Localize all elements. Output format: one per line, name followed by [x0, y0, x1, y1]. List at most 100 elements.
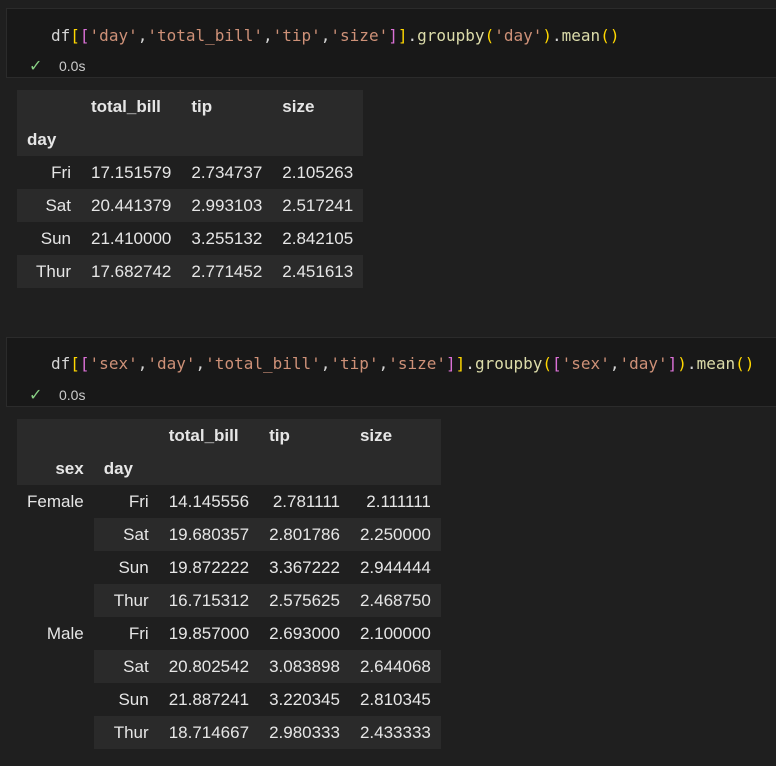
table-cell: 2.810345	[349, 683, 441, 716]
code-token: ()	[600, 26, 620, 45]
code-token: ,	[195, 354, 206, 373]
row-index-day: Sat	[93, 518, 159, 551]
index-name-row: sex day	[17, 452, 441, 485]
code-token: groupby	[474, 354, 543, 373]
code-token: ,	[137, 26, 148, 45]
table-cell: 2.433333	[349, 716, 441, 749]
row-index-sex: Male	[17, 617, 94, 650]
row-index-sex	[17, 584, 94, 617]
code-token: .	[552, 26, 562, 45]
header-blank	[17, 419, 94, 452]
code-token: ]	[388, 26, 398, 45]
table-cell: 20.802542	[158, 650, 260, 683]
code-token: (	[542, 354, 553, 373]
row-index-day: Thur	[93, 584, 159, 617]
table-cell: 2.100000	[349, 617, 441, 650]
table-cell: 2.944444	[349, 551, 441, 584]
table-cell: 2.693000	[259, 617, 350, 650]
row-index-day: Thur	[93, 716, 159, 749]
table-cell: 2.517241	[282, 195, 354, 215]
header-blank	[81, 123, 181, 156]
header-blank	[17, 90, 81, 123]
table-row: Female Fri 14.145556 2.781111 2.111111	[17, 485, 441, 518]
code-token: [	[70, 26, 80, 45]
code-token: ,	[137, 354, 148, 373]
row-index-day: Sun	[93, 551, 159, 584]
code-token: 'day'	[494, 26, 543, 45]
dataframe-output-1: total_bill tip size day Fri 17.151579 2.…	[17, 90, 364, 288]
code-token: groupby	[417, 26, 485, 45]
index-name: day	[103, 458, 133, 478]
code-cell-2[interactable]: df[['sex','day','total_bill','tip','size…	[6, 337, 776, 407]
row-index-day: Fri	[93, 485, 159, 518]
column-header: tip	[191, 96, 213, 116]
table-cell: 2.801786	[259, 518, 350, 551]
table-cell: 2.771452	[191, 261, 263, 281]
dataframe-output-2: total_bill tip size sex day Female Fri 1…	[17, 419, 441, 749]
code-token: ,	[378, 354, 389, 373]
table-cell: 20.441379	[91, 195, 172, 215]
table-cell: 19.680357	[158, 518, 260, 551]
code-editor-2[interactable]: df[['sex','day','total_bill','tip','size…	[51, 354, 754, 373]
table-cell: 3.367222	[259, 551, 350, 584]
table-row: Sat 20.802542 3.083898 2.644068	[17, 650, 441, 683]
table-row: Sun 19.872222 3.367222 2.944444	[17, 551, 441, 584]
code-token: [	[79, 354, 90, 373]
header-blank	[159, 452, 259, 485]
header-blank	[272, 123, 363, 156]
table-row: Male Fri 19.857000 2.693000 2.100000	[17, 617, 441, 650]
table-header-row: total_bill tip size	[17, 90, 364, 123]
code-cell-1[interactable]: df[['day','total_bill','tip','size']].gr…	[6, 8, 776, 78]
execution-time: 0.0s	[59, 387, 86, 403]
code-token: ,	[320, 354, 331, 373]
code-token: ,	[320, 26, 331, 45]
code-editor-1[interactable]: df[['day','total_bill','tip','size']].gr…	[51, 26, 619, 45]
table-row: Fri 17.151579 2.734737 2.105263	[17, 156, 364, 189]
code-token: ()	[735, 354, 755, 373]
header-blank	[259, 452, 350, 485]
header-blank	[350, 452, 441, 485]
table-cell: 19.872222	[158, 551, 260, 584]
row-index: Sat	[45, 195, 71, 215]
table-row: Thur 18.714667 2.980333 2.433333	[17, 716, 441, 749]
column-header: size	[359, 425, 393, 445]
code-token: .	[407, 26, 418, 45]
table-header-row: total_bill tip size	[17, 419, 441, 452]
table-cell: 2.781111	[259, 485, 350, 518]
code-token: mean	[696, 354, 736, 373]
index-name: sex	[55, 458, 84, 478]
row-index-sex	[17, 683, 94, 716]
checkmark-icon: ✓	[29, 387, 43, 404]
code-token: 'tip'	[330, 354, 379, 373]
code-token: [	[79, 26, 90, 45]
table-cell: 2.105263	[282, 162, 354, 182]
table-cell: 2.451613	[282, 261, 354, 281]
code-token: 'day'	[147, 354, 196, 373]
code-token: ,	[262, 26, 273, 45]
row-index-sex	[17, 551, 94, 584]
table-cell: 2.993103	[191, 195, 263, 215]
row-index-day: Fri	[93, 617, 159, 650]
code-token: mean	[561, 26, 601, 45]
table-cell: 2.250000	[349, 518, 441, 551]
code-token: (	[484, 26, 495, 45]
table-cell: 3.255132	[191, 228, 263, 248]
code-token: 'day'	[89, 26, 138, 45]
code-token: df	[51, 26, 71, 45]
column-header: tip	[269, 425, 290, 445]
table-cell: 2.842105	[282, 228, 354, 248]
code-token: ]	[455, 354, 466, 373]
table-cell: 21.887241	[158, 683, 260, 716]
table-cell: 17.151579	[91, 162, 172, 182]
table-row: Sun 21.410000 3.255132 2.842105	[17, 222, 364, 255]
table-row: Thur 17.682742 2.771452 2.451613	[17, 255, 364, 288]
row-index-sex: Female	[17, 485, 94, 518]
table-cell: 14.145556	[158, 485, 260, 518]
row-index-sex	[17, 518, 94, 551]
table-cell: 16.715312	[158, 584, 260, 617]
row-index-sex	[17, 716, 94, 749]
code-token: 'sex'	[89, 354, 138, 373]
row-index: Fri	[51, 162, 71, 182]
code-token: 'day'	[619, 354, 668, 373]
code-token: 'size'	[330, 26, 389, 45]
